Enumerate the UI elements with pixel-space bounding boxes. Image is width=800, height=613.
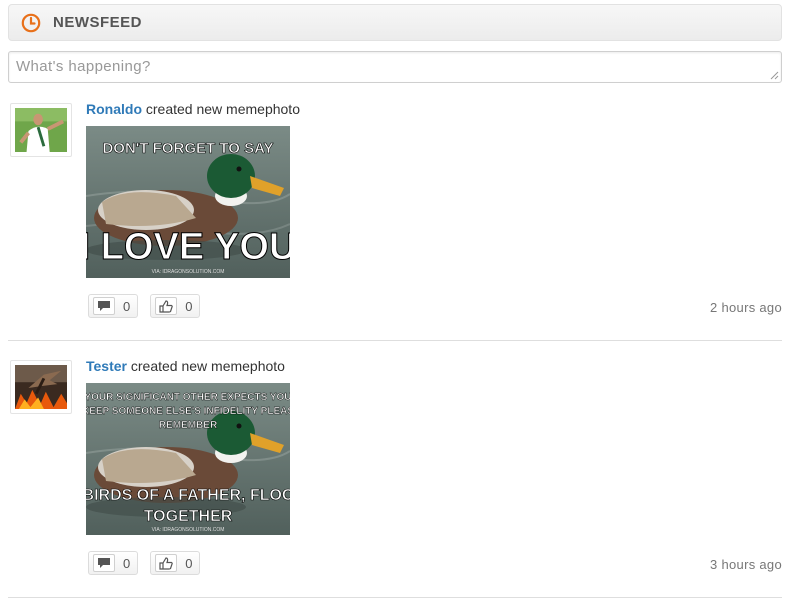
post-headline: Ronaldo created new memephoto	[86, 101, 300, 117]
meme-credit-text: VIA: IDRAGONSOLUTION.COM	[152, 527, 225, 533]
clock-icon	[21, 13, 41, 32]
post-headline: Tester created new memephoto	[86, 358, 285, 374]
like-button[interactable]: 0	[150, 551, 201, 575]
feed-divider	[8, 597, 782, 598]
comment-button[interactable]: 0	[88, 551, 139, 575]
meme-photo[interactable]: DON'T FORGET TO SAY I LOVE YOU VIA: IDRA…	[86, 126, 290, 278]
ronaldo-avatar-image	[15, 108, 67, 152]
comment-icon	[98, 301, 110, 311]
post-actions: 0 0	[88, 294, 212, 320]
comment-icon	[98, 558, 110, 568]
comment-button[interactable]: 0	[88, 294, 139, 318]
comment-count: 0	[123, 298, 131, 314]
status-input[interactable]	[9, 52, 781, 82]
page-title: NEWSFEED	[53, 14, 143, 31]
meme-top-line-2: KEEP SOMEONE ELSE'S INFIDELITY PLEAS	[86, 406, 290, 417]
avatar[interactable]	[10, 360, 72, 414]
meme-bottom-line-1: BIRDS OF A FATHER, FLOC	[86, 487, 290, 504]
user-link[interactable]: Tester	[86, 358, 127, 374]
feed-item: Ronaldo created new memephoto DON'T FORG…	[0, 101, 800, 356]
comment-count: 0	[123, 555, 131, 571]
meme-top-text: DON'T FORGET TO SAY	[102, 140, 273, 157]
thumbs-up-icon	[159, 299, 173, 313]
post-action-text: created new memephoto	[145, 101, 300, 117]
duck-meme-image: DON'T FORGET TO SAY I LOVE YOU VIA: IDRA…	[86, 126, 290, 278]
meme-top-line-3: REMEMBER	[159, 420, 218, 431]
resize-grip-icon[interactable]	[767, 68, 779, 80]
thumbs-up-icon	[159, 556, 173, 570]
newsfeed-header: NEWSFEED	[8, 4, 782, 41]
feed-item: Tester created new memephoto YOUR SIGNIF…	[0, 358, 800, 613]
post-action-text: created new memephoto	[130, 358, 285, 374]
feed-divider	[8, 340, 782, 341]
meme-bottom-line-2: TOGETHER	[144, 508, 233, 525]
dragon-avatar-image	[15, 365, 67, 409]
meme-top-line-1: YOUR SIGNIFICANT OTHER EXPECTS YOU	[86, 392, 290, 403]
meme-photo[interactable]: YOUR SIGNIFICANT OTHER EXPECTS YOU KEEP …	[86, 383, 290, 535]
like-button[interactable]: 0	[150, 294, 201, 318]
avatar[interactable]	[10, 103, 72, 157]
user-link[interactable]: Ronaldo	[86, 101, 142, 117]
post-timestamp: 2 hours ago	[710, 300, 782, 315]
post-actions: 0 0	[88, 551, 212, 577]
like-count: 0	[185, 555, 193, 571]
like-count: 0	[185, 298, 193, 314]
status-composer[interactable]	[8, 51, 782, 83]
post-timestamp: 3 hours ago	[710, 557, 782, 572]
duck-meme-image: YOUR SIGNIFICANT OTHER EXPECTS YOU KEEP …	[86, 383, 290, 535]
meme-credit-text: VIA: IDRAGONSOLUTION.COM	[152, 269, 225, 275]
meme-bottom-text: I LOVE YOU	[86, 226, 290, 268]
